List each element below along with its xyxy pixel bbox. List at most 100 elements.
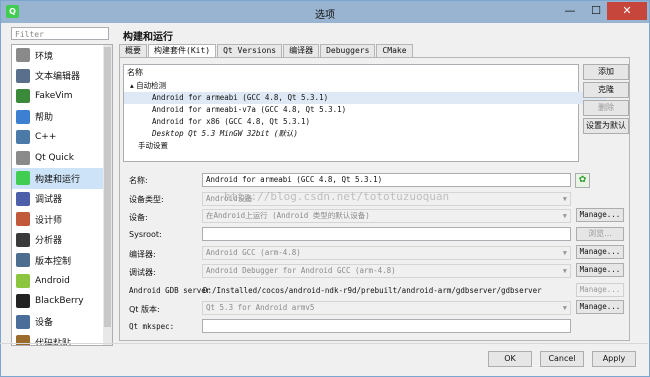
chevron-down-icon: ▼ [562,195,567,203]
sidebar-item-label: 文本编辑器 [35,72,81,83]
qt-version-manage-button[interactable]: Manage... [576,300,624,314]
tree-item[interactable]: Desktop Qt 5.3 MinGW 32bit (默认) [124,128,606,140]
tab-qt-versions[interactable]: Qt Versions [217,44,283,57]
window-title: 选项 [315,10,335,21]
mkspec-field[interactable] [202,319,571,333]
maximize-button[interactable]: ☐ [583,2,609,20]
category-icon [16,314,30,329]
sidebar-item[interactable]: C++ [12,127,112,148]
compiler-select[interactable]: Android GCC (arm-4.8) ▼ [202,246,571,260]
device-type-label: 设备类型: [129,195,164,204]
browse-button[interactable]: 浏览... [576,227,624,241]
sidebar-item[interactable]: 版本控制 [12,250,112,271]
kit-icon-button[interactable]: ✿ [575,173,590,188]
remove-button[interactable]: 删除 [583,100,629,116]
clone-button[interactable]: 克隆 [583,82,629,98]
category-icon [16,171,30,186]
category-icon [16,150,30,165]
gdb-server-value: D:/Installed/cocos/android-ndk-r9d/prebu… [203,286,542,295]
sidebar-item-label: 分析器 [35,236,63,247]
device-select[interactable]: 在Android上运行 (Android 类型的默认设备) ▼ [202,209,571,223]
close-button[interactable]: ✕ [607,2,647,20]
sidebar-item-label: 帮助 [35,113,54,124]
sidebar-item[interactable]: BlackBerry [12,291,112,312]
tree-item[interactable]: Android for armeabi-v7a (GCC 4.8, Qt 5.3… [124,104,606,116]
tree-header: 名称 [127,68,143,77]
tab-bar: 概要 构建套件(Kit) Qt Versions 编译器 Debuggers C… [119,44,414,58]
debugger-select[interactable]: Android Debugger for Android GCC (arm-4.… [202,264,571,278]
debugger-manage-button[interactable]: Manage... [576,263,624,277]
sidebar-item-label: C++ [35,132,57,143]
add-button[interactable]: 添加 [583,64,629,80]
tab-compilers[interactable]: 编译器 [283,44,320,57]
settings-category-list: 环境文本编辑器 FakeVim 帮助 C++ Qt Quick 构建和运行调试器设计师分析… [11,44,113,346]
mkspec-label: Qt mkspec: [129,322,175,331]
sidebar-item[interactable]: 构建和运行 [12,168,112,189]
category-icon [16,130,30,145]
tab-debuggers[interactable]: Debuggers [320,44,376,57]
category-icon [16,335,30,345]
category-icon [16,109,30,124]
tab-overview[interactable]: 概要 [119,44,147,57]
filter-input[interactable]: Filter [11,27,109,40]
chevron-down-icon: ▼ [562,212,567,220]
sidebar-item[interactable]: Qt Quick [12,148,112,169]
tab-kits[interactable]: 构建套件(Kit) [148,44,217,58]
sidebar-item-label: 构建和运行 [35,174,81,185]
gdb-server-label: Android GDB server [129,286,211,295]
sidebar-item[interactable]: 设计师 [12,209,112,230]
scrollbar-thumb[interactable] [104,47,111,327]
kits-tree: 名称 ▴ 自动检测 Android for armeabi (GCC 4.8, … [123,64,606,162]
tree-group-auto[interactable]: ▴ 自动检测 [124,80,584,92]
chevron-down-icon: ▼ [562,304,567,312]
title-bar: Q 选项 — ☐ ✕ [1,1,649,23]
device-label: 设备: [129,213,148,222]
sysroot-label: Sysroot: [129,230,162,239]
tree-item[interactable]: Android for armeabi (GCC 4.8, Qt 5.3.1) [124,92,606,104]
tree-group-manual[interactable]: 手动设置 [124,140,592,152]
sidebar-item[interactable]: 设备 [12,312,112,333]
sidebar-item[interactable]: 环境 [12,45,112,66]
ok-button[interactable]: OK [488,351,532,367]
sidebar-item[interactable]: 文本编辑器 [12,66,112,87]
compiler-manage-button[interactable]: Manage... [576,245,624,259]
category-icon [16,212,30,227]
device-value: 在Android上运行 (Android 类型的默认设备) [206,211,370,220]
name-field[interactable]: Android for armeabi (GCC 4.8, Qt 5.3.1) [202,173,571,187]
gdb-manage-button[interactable]: Manage... [576,283,624,297]
category-icon [16,68,30,83]
category-icon [16,294,30,309]
category-icon [16,89,30,104]
minimize-button[interactable]: — [557,2,583,20]
footer-divider [0,343,648,344]
tree-item[interactable]: Android for x86 (GCC 4.8, Qt 5.3.1) [124,116,606,128]
sidebar-item-label: 环境 [35,51,54,62]
qt-version-label: Qt 版本: [129,305,160,314]
cancel-button[interactable]: Cancel [540,351,584,367]
gdb-manage-label: Manage... [579,285,621,294]
device-manage-button[interactable]: Manage... [576,208,624,222]
tab-cmake[interactable]: CMake [376,44,413,57]
sidebar-item-label: 版本控制 [35,256,72,267]
chevron-down-icon: ▼ [562,249,567,257]
apply-button[interactable]: Apply [592,351,636,367]
sidebar-item[interactable]: FakeVim [12,86,112,107]
sidebar-item[interactable]: 帮助 [12,107,112,128]
debugger-label: 调试器: [129,268,156,277]
compiler-value: Android GCC (arm-4.8) [206,248,301,257]
sidebar-item-label: 调试器 [35,195,63,206]
watermark: http://blog.csdn.net/tototuzuoquan [224,190,450,203]
sidebar-item[interactable]: 分析器 [12,230,112,251]
qt-version-select[interactable]: Qt 5.3 for Android armv5 ▼ [202,301,571,315]
sidebar-item-label: Android [35,275,70,286]
sidebar-scrollbar[interactable] [103,45,112,345]
name-label: 名称: [129,176,148,185]
compiler-label: 编译器: [129,250,156,259]
category-icon [16,273,30,288]
sysroot-field[interactable] [202,227,571,241]
sidebar-item[interactable]: 调试器 [12,189,112,210]
sidebar-item[interactable]: Android [12,271,112,292]
sidebar-item-label: 设备 [35,318,54,329]
set-default-button[interactable]: 设置为默认 [583,118,629,134]
category-icon [16,191,30,206]
